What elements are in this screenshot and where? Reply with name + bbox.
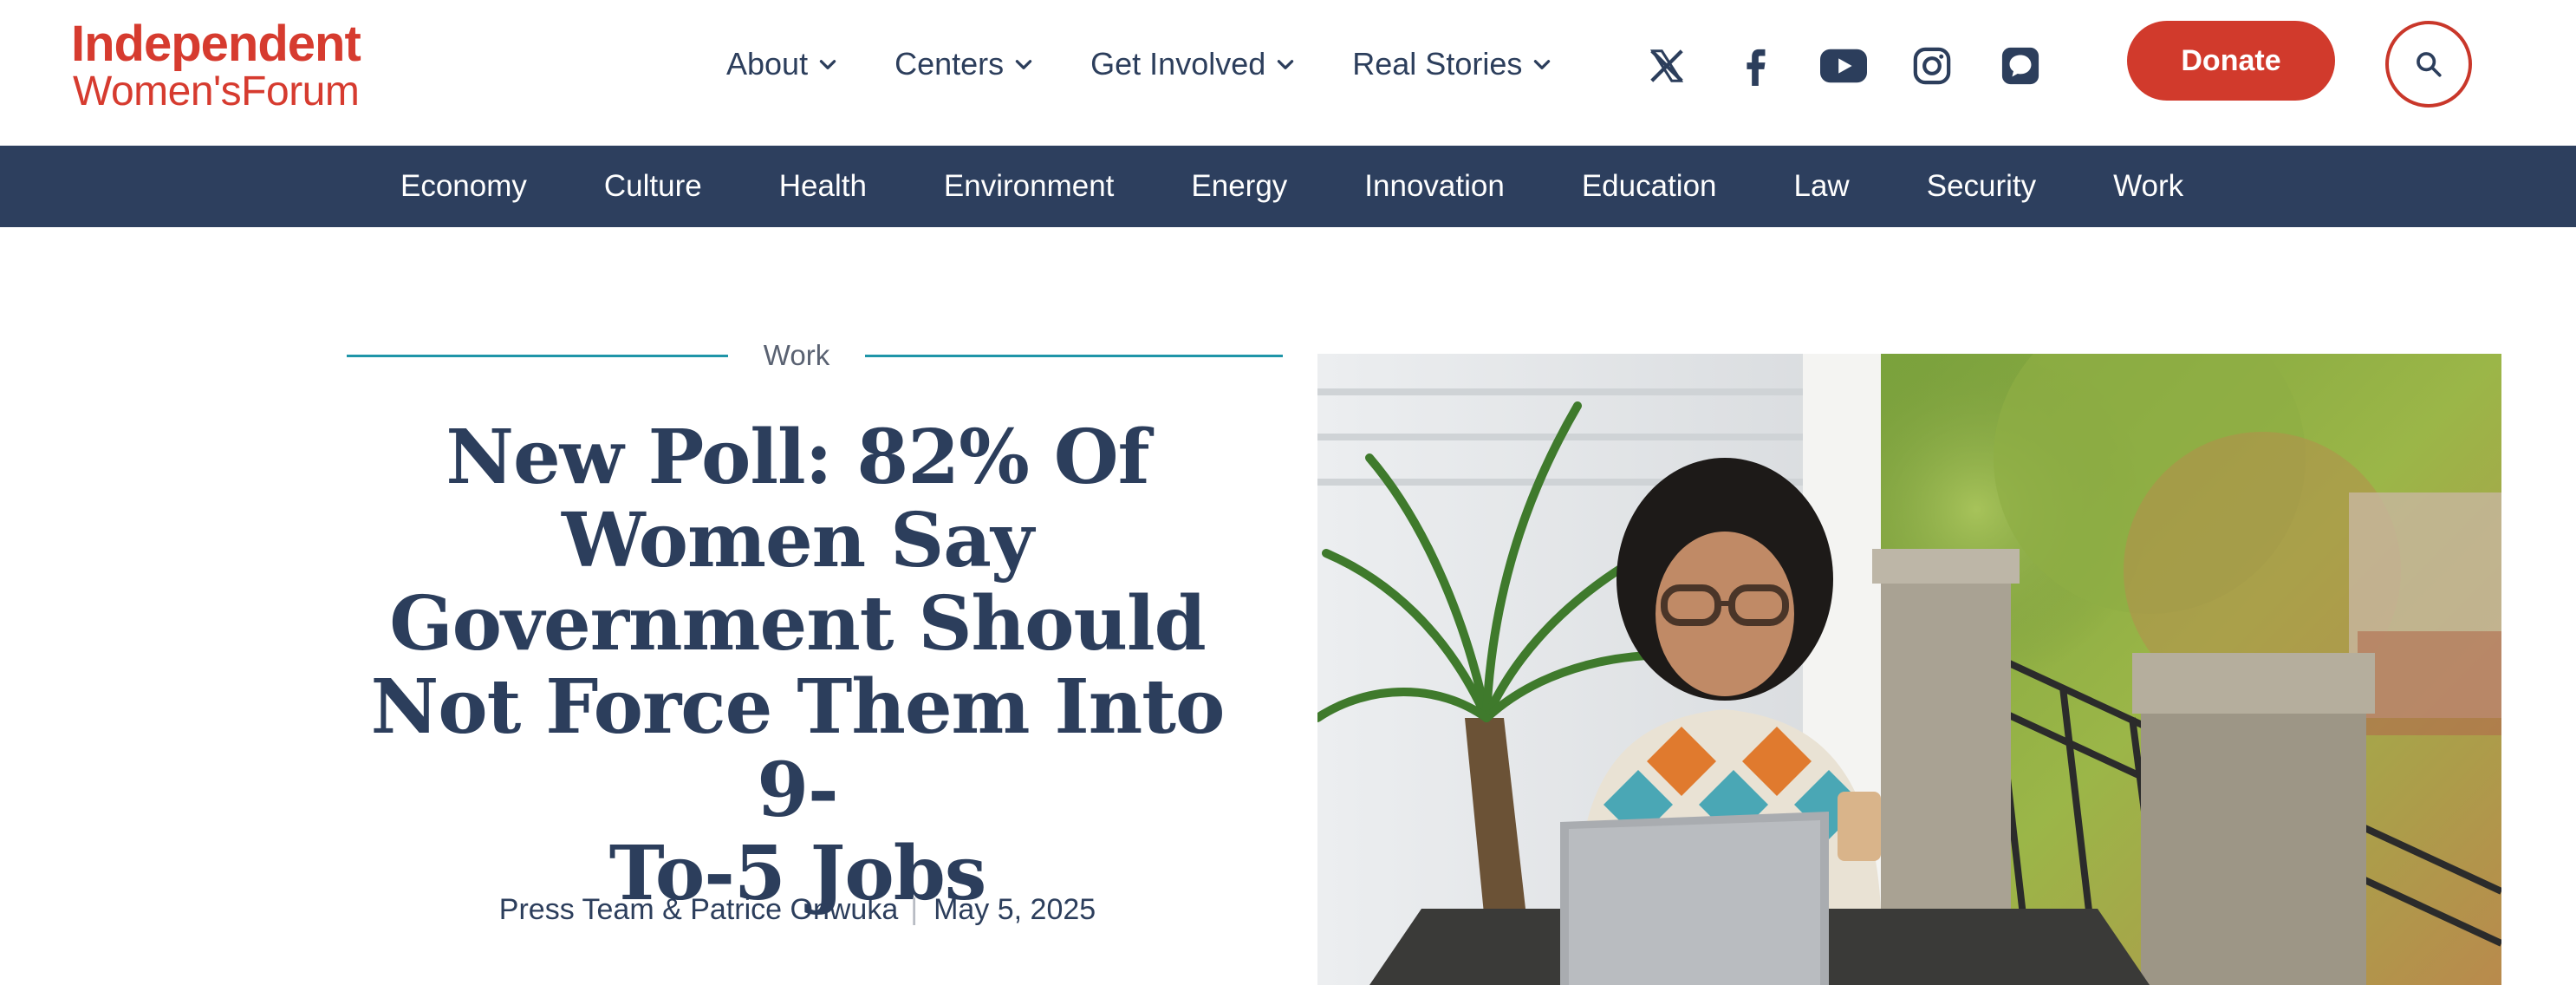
nav-centers-label: Centers	[894, 46, 1005, 82]
topic-environment[interactable]: Environment	[944, 169, 1114, 204]
topic-culture[interactable]: Culture	[604, 169, 702, 204]
logo-text-womens: Women's	[73, 68, 242, 114]
hero-photo-woman-laptop	[1317, 354, 2501, 985]
main-nav: About Centers Get Involved Real Stories	[726, 38, 1553, 90]
headline-line: New Poll: 82% Of	[446, 414, 1149, 501]
chat-icon[interactable]	[1997, 42, 2044, 89]
topic-law[interactable]: Law	[1794, 169, 1850, 204]
article-headline: New Poll: 82% Of Women Say Government Sh…	[329, 416, 1265, 916]
nav-centers[interactable]: Centers	[894, 46, 1035, 82]
category-divider-right	[865, 355, 1283, 357]
chevron-down-icon	[1534, 60, 1551, 69]
article-category[interactable]: Work	[728, 336, 865, 375]
chevron-down-icon	[1278, 60, 1294, 69]
site-header: Independent Women'sForum About Centers G…	[0, 0, 2576, 146]
logo-text-womens-forum: Women'sForum	[73, 68, 360, 116]
chevron-down-icon	[1015, 60, 1032, 69]
hero-image	[1317, 354, 2501, 985]
headline-line: Not Force Them Into 9-	[370, 663, 1226, 834]
logo-text-forum: Forum	[241, 68, 360, 114]
topics-nav: Economy Culture Health Environment Energ…	[0, 146, 2576, 227]
nav-real-stories[interactable]: Real Stories	[1352, 46, 1553, 82]
headline-line: Government Should	[389, 580, 1207, 668]
logo-text-independent: Independent	[71, 16, 361, 72]
nav-get-involved-label: Get Involved	[1090, 46, 1266, 82]
nav-about-label: About	[726, 46, 809, 82]
article-date: May 5, 2025	[933, 893, 1096, 926]
topic-education[interactable]: Education	[1582, 169, 1717, 204]
social-links	[1643, 38, 2044, 94]
article-byline: Press Team & Patrice Onwuka | May 5, 2025	[329, 893, 1265, 927]
search-icon	[2417, 52, 2442, 77]
chevron-down-icon	[819, 60, 836, 69]
nav-real-stories-label: Real Stories	[1352, 46, 1523, 82]
topic-economy[interactable]: Economy	[400, 169, 527, 204]
category-divider-left	[347, 355, 728, 357]
byline-separator: |	[910, 893, 919, 926]
topic-work[interactable]: Work	[2113, 169, 2183, 204]
nav-about[interactable]: About	[726, 46, 839, 82]
x-icon[interactable]	[1643, 42, 1690, 89]
nav-get-involved[interactable]: Get Involved	[1090, 46, 1297, 82]
instagram-icon[interactable]	[1909, 42, 1955, 89]
article-authors[interactable]: Press Team & Patrice Onwuka	[499, 893, 898, 926]
headline-line: Women Say	[562, 497, 1034, 584]
topic-innovation[interactable]: Innovation	[1364, 169, 1505, 204]
search-button[interactable]	[2385, 21, 2472, 108]
donate-button[interactable]: Donate	[2127, 21, 2335, 101]
topic-health[interactable]: Health	[779, 169, 867, 204]
category-row: Work	[347, 336, 1283, 375]
topic-energy[interactable]: Energy	[1191, 169, 1287, 204]
youtube-icon[interactable]	[1820, 42, 1867, 89]
facebook-icon[interactable]	[1732, 42, 1779, 89]
topic-security[interactable]: Security	[1927, 169, 2036, 204]
site-logo[interactable]: Independent Women'sForum	[71, 16, 366, 118]
